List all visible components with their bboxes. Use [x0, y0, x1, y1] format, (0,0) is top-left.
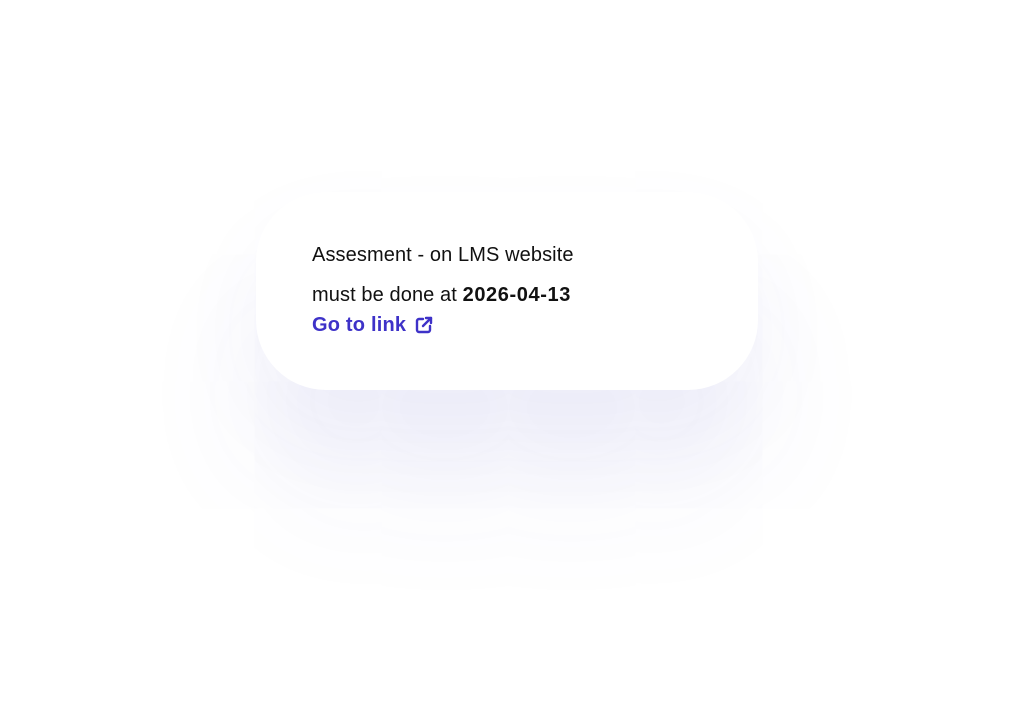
assessment-card: Assesment - on LMS website must be done …	[256, 192, 758, 390]
go-to-link-label: Go to link	[312, 314, 407, 336]
external-link-icon	[414, 315, 434, 335]
page: Assesment - on LMS website must be done …	[0, 0, 1014, 710]
due-prefix: must be done at	[312, 284, 457, 306]
due-line: must be done at 2026-04-13	[312, 282, 718, 308]
due-date: 2026-04-13	[462, 284, 571, 306]
assessment-title: Assesment - on LMS website	[312, 244, 574, 266]
card-content: Assesment - on LMS website must be done …	[312, 242, 718, 338]
go-to-link[interactable]: Go to link	[312, 312, 434, 338]
